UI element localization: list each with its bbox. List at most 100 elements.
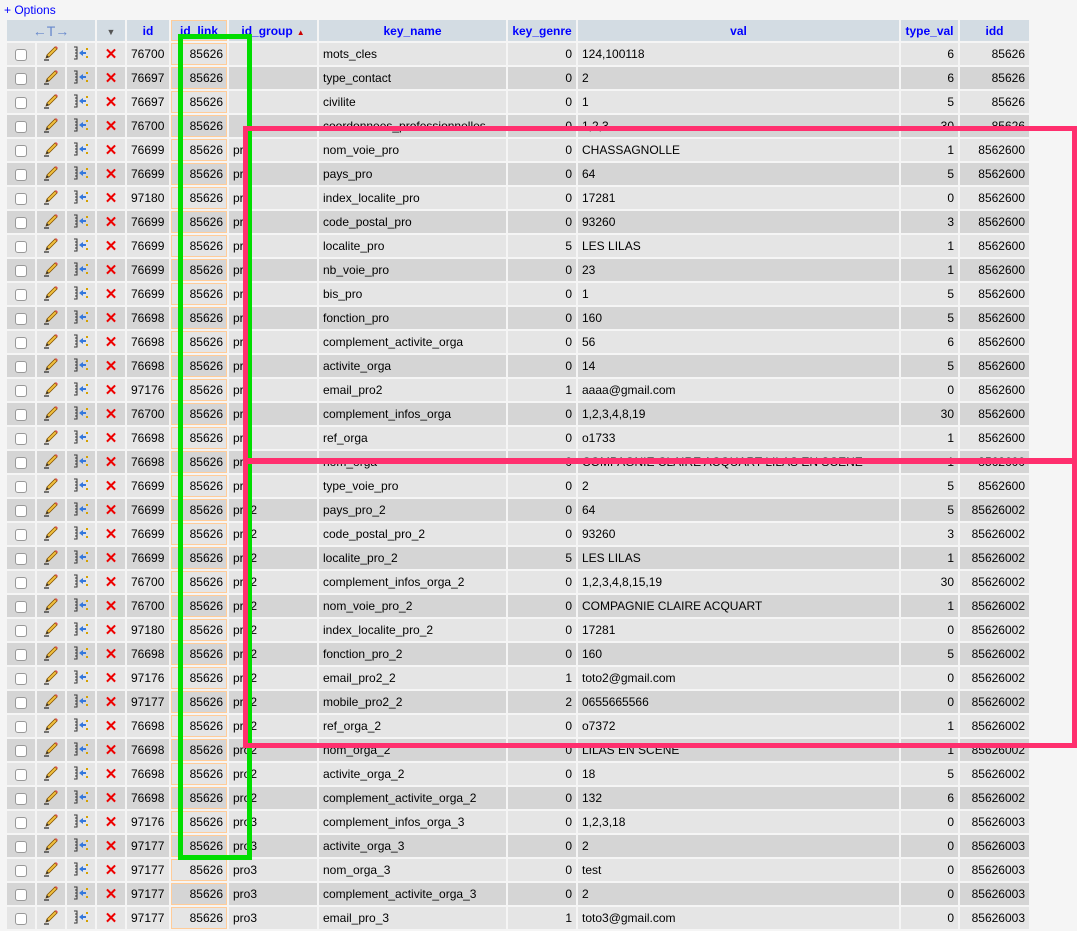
delete-x-icon[interactable]: ✕ xyxy=(105,743,118,758)
row-checkbox[interactable] xyxy=(15,96,27,109)
insert-copy-icon[interactable] xyxy=(73,429,89,448)
row-checkbox[interactable] xyxy=(15,168,27,181)
insert-copy-icon[interactable] xyxy=(73,45,89,64)
insert-copy-icon[interactable] xyxy=(73,837,89,856)
row-checkbox[interactable] xyxy=(15,480,27,493)
insert-copy-icon[interactable] xyxy=(73,237,89,256)
options-link[interactable]: + Options xyxy=(4,3,56,17)
row-checkbox[interactable] xyxy=(15,336,27,349)
row-checkbox[interactable] xyxy=(15,288,27,301)
insert-copy-icon[interactable] xyxy=(73,861,89,880)
col-header-key-name[interactable]: key_name xyxy=(319,20,506,41)
insert-copy-icon[interactable] xyxy=(73,381,89,400)
pencil-edit-icon[interactable] xyxy=(43,525,59,544)
insert-copy-icon[interactable] xyxy=(73,453,89,472)
row-checkbox[interactable] xyxy=(15,144,27,157)
delete-x-icon[interactable]: ✕ xyxy=(105,839,118,854)
delete-x-icon[interactable]: ✕ xyxy=(105,719,118,734)
insert-copy-icon[interactable] xyxy=(73,93,89,112)
delete-x-icon[interactable]: ✕ xyxy=(105,191,118,206)
insert-copy-icon[interactable] xyxy=(73,405,89,424)
row-checkbox[interactable] xyxy=(15,432,27,445)
row-checkbox[interactable] xyxy=(15,720,27,733)
delete-x-icon[interactable]: ✕ xyxy=(105,431,118,446)
insert-copy-icon[interactable] xyxy=(73,789,89,808)
row-checkbox[interactable] xyxy=(15,792,27,805)
delete-x-icon[interactable]: ✕ xyxy=(105,887,118,902)
pencil-edit-icon[interactable] xyxy=(43,309,59,328)
row-checkbox[interactable] xyxy=(15,120,27,133)
delete-x-icon[interactable]: ✕ xyxy=(105,71,118,86)
row-checkbox[interactable] xyxy=(15,504,27,517)
insert-copy-icon[interactable] xyxy=(73,645,89,664)
pencil-edit-icon[interactable] xyxy=(43,333,59,352)
pencil-edit-icon[interactable] xyxy=(43,357,59,376)
row-checkbox[interactable] xyxy=(15,864,27,877)
delete-x-icon[interactable]: ✕ xyxy=(105,815,118,830)
pencil-edit-icon[interactable] xyxy=(43,765,59,784)
delete-x-icon[interactable]: ✕ xyxy=(105,527,118,542)
delete-x-icon[interactable]: ✕ xyxy=(105,455,118,470)
row-checkbox[interactable] xyxy=(15,696,27,709)
insert-copy-icon[interactable] xyxy=(73,261,89,280)
pencil-edit-icon[interactable] xyxy=(43,621,59,640)
row-checkbox[interactable] xyxy=(15,48,27,61)
insert-copy-icon[interactable] xyxy=(73,117,89,136)
row-checkbox[interactable] xyxy=(15,528,27,541)
delete-x-icon[interactable]: ✕ xyxy=(105,623,118,638)
insert-copy-icon[interactable] xyxy=(73,813,89,832)
pencil-edit-icon[interactable] xyxy=(43,501,59,520)
col-header-type-val[interactable]: type_val xyxy=(901,20,958,41)
delete-x-icon[interactable]: ✕ xyxy=(105,119,118,134)
row-checkbox[interactable] xyxy=(15,576,27,589)
row-checkbox[interactable] xyxy=(15,552,27,565)
pencil-edit-icon[interactable] xyxy=(43,261,59,280)
row-checkbox[interactable] xyxy=(15,72,27,85)
insert-copy-icon[interactable] xyxy=(73,309,89,328)
pencil-edit-icon[interactable] xyxy=(43,237,59,256)
delete-x-icon[interactable]: ✕ xyxy=(105,767,118,782)
pencil-edit-icon[interactable] xyxy=(43,909,59,928)
pencil-edit-icon[interactable] xyxy=(43,213,59,232)
delete-x-icon[interactable]: ✕ xyxy=(105,407,118,422)
delete-x-icon[interactable]: ✕ xyxy=(105,863,118,878)
col-header-id-group[interactable]: id_group ▲ xyxy=(229,20,317,41)
pencil-edit-icon[interactable] xyxy=(43,645,59,664)
row-checkbox[interactable] xyxy=(15,216,27,229)
delete-x-icon[interactable]: ✕ xyxy=(105,551,118,566)
delete-x-icon[interactable]: ✕ xyxy=(105,911,118,926)
insert-copy-icon[interactable] xyxy=(73,597,89,616)
insert-copy-icon[interactable] xyxy=(73,501,89,520)
row-checkbox[interactable] xyxy=(15,312,27,325)
pencil-edit-icon[interactable] xyxy=(43,549,59,568)
insert-copy-icon[interactable] xyxy=(73,357,89,376)
delete-x-icon[interactable]: ✕ xyxy=(105,383,118,398)
pencil-edit-icon[interactable] xyxy=(43,117,59,136)
delete-x-icon[interactable]: ✕ xyxy=(105,215,118,230)
delete-x-icon[interactable]: ✕ xyxy=(105,503,118,518)
insert-copy-icon[interactable] xyxy=(73,213,89,232)
pencil-edit-icon[interactable] xyxy=(43,141,59,160)
pencil-edit-icon[interactable] xyxy=(43,885,59,904)
pencil-edit-icon[interactable] xyxy=(43,789,59,808)
row-checkbox[interactable] xyxy=(15,240,27,253)
delete-x-icon[interactable]: ✕ xyxy=(105,647,118,662)
pencil-edit-icon[interactable] xyxy=(43,93,59,112)
insert-copy-icon[interactable] xyxy=(73,189,89,208)
pencil-edit-icon[interactable] xyxy=(43,429,59,448)
pencil-edit-icon[interactable] xyxy=(43,861,59,880)
pencil-edit-icon[interactable] xyxy=(43,285,59,304)
col-header-id[interactable]: id xyxy=(127,20,169,41)
pencil-edit-icon[interactable] xyxy=(43,837,59,856)
row-checkbox[interactable] xyxy=(15,624,27,637)
col-header-key-genre[interactable]: key_genre xyxy=(508,20,576,41)
delete-x-icon[interactable]: ✕ xyxy=(105,695,118,710)
insert-copy-icon[interactable] xyxy=(73,69,89,88)
pencil-edit-icon[interactable] xyxy=(43,405,59,424)
insert-copy-icon[interactable] xyxy=(73,621,89,640)
row-checkbox[interactable] xyxy=(15,360,27,373)
delete-x-icon[interactable]: ✕ xyxy=(105,95,118,110)
pencil-edit-icon[interactable] xyxy=(43,381,59,400)
insert-copy-icon[interactable] xyxy=(73,717,89,736)
col-header-idd[interactable]: idd xyxy=(960,20,1029,41)
